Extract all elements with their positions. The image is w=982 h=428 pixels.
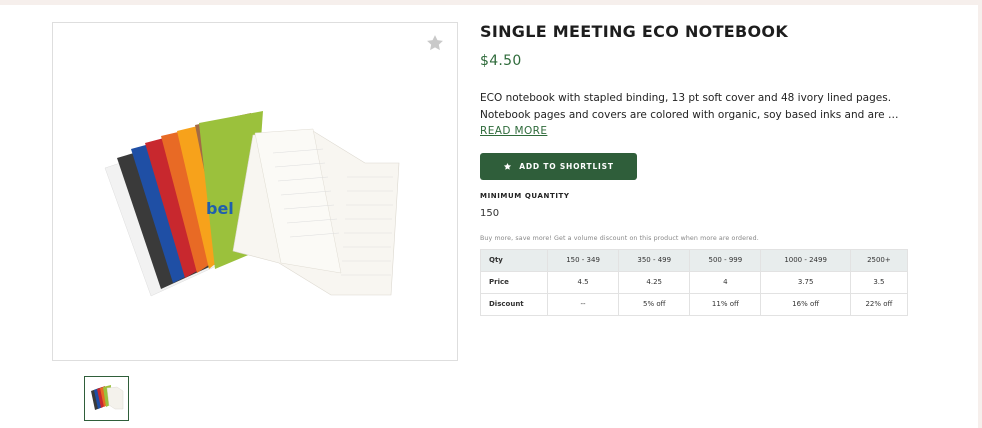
read-more-link[interactable]: READ MORE [480,124,547,138]
table-cell: 22% off [849,292,909,316]
table-header-cell: 2500+ [849,248,909,272]
table-cell: 3.5 [849,270,909,294]
table-header-cell: 150 - 349 [546,248,620,272]
description-line-1: ECO notebook with stapled binding, 13 pt… [480,92,892,104]
page-edge [978,5,982,428]
minimum-quantity-label: MINIMUM QUANTITY [480,191,570,200]
description-line-2: Notebook pages and covers are colored wi… [480,108,908,121]
table-cell: 3.75 [760,270,851,294]
product-title: SINGLE MEETING ECO NOTEBOOK [480,22,789,41]
table-cell: Price [480,270,548,294]
table-cell: 4.5 [546,270,620,294]
thumbnail-1[interactable] [84,376,129,421]
table-header-row: Qty 150 - 349 350 - 499 500 - 999 1000 -… [480,248,909,272]
table-header-cell: 500 - 999 [689,248,762,272]
star-icon [503,162,512,171]
table-row: Price 4.5 4.25 4 3.75 3.5 [480,270,909,294]
volume-discount-note: Buy more, save more! Get a volume discou… [480,234,759,242]
favorite-star-icon[interactable] [425,33,445,53]
table-cell: 5% off [618,292,691,316]
volume-pricing-table: Qty 150 - 349 350 - 499 500 - 999 1000 -… [480,248,909,316]
table-cell: 16% off [760,292,851,316]
table-cell: 4 [689,270,762,294]
notebook-open-pages [232,128,400,296]
add-to-shortlist-button[interactable]: ADD TO SHORTLIST [480,152,637,180]
table-cell: 4.25 [618,270,691,294]
table-row: Discount -- 5% off 11% off 16% off 22% o… [480,292,909,316]
table-header-cell: 350 - 499 [618,248,691,272]
table-header-cell: Qty [480,248,548,272]
top-bar [0,0,982,5]
shortlist-label: ADD TO SHORTLIST [519,161,614,171]
product-photo: bel [104,111,400,297]
table-cell: Discount [480,292,548,316]
product-image-frame: bel [52,22,458,361]
product-description: ECO notebook with stapled binding, 13 pt… [480,90,908,140]
thumbnail-image [91,385,124,410]
table-cell: 11% off [689,292,762,316]
table-header-cell: 1000 - 2499 [760,248,851,272]
minimum-quantity-value: 150 [480,207,500,219]
cover-logo: bel [206,199,234,218]
table-cell: -- [546,292,620,316]
product-price: $4.50 [480,53,522,69]
product-info: SINGLE MEETING ECO NOTEBOOK $4.50 ECO no… [480,22,909,316]
